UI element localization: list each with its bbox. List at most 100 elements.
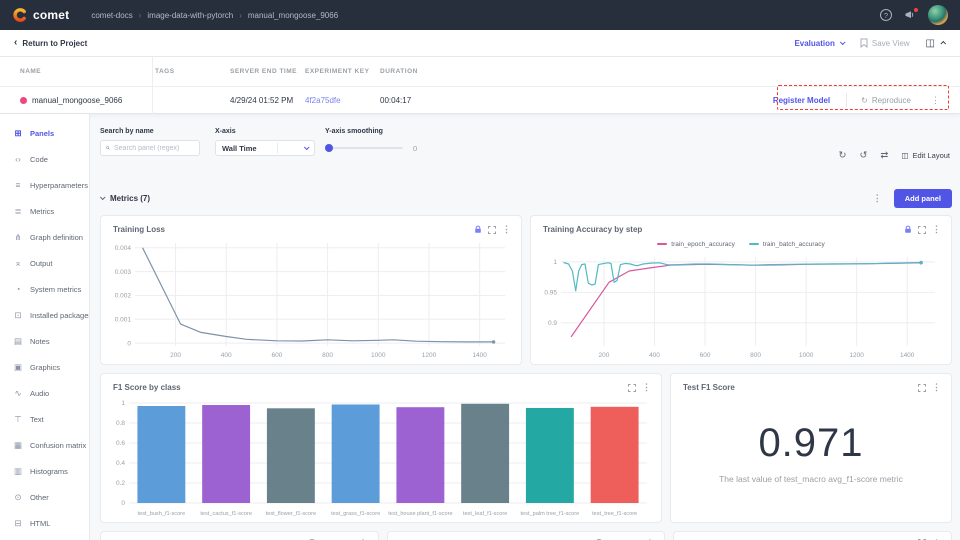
svg-text:0.4: 0.4 [116,460,125,467]
expand-icon[interactable] [918,226,926,234]
svg-text:test_cactus_f1-score: test_cactus_f1-score [200,511,252,517]
panel-kebab-menu[interactable]: ⋮ [932,382,941,393]
histograms-icon: ▥ [13,466,23,477]
svg-text:0.95: 0.95 [544,290,557,297]
search-input[interactable] [114,145,194,152]
chevron-down-icon [840,39,846,45]
breadcrumb-workspace[interactable]: image-data-with-pytorch [147,11,233,20]
add-panel-button[interactable]: Add panel [894,189,952,208]
panel-f1-by-class: F1 Score by class ⋮ 00.20.40.60.81test_b… [100,373,662,523]
main-content: Search by name X-axis Wall Time Y-axis s… [90,114,960,540]
sidebar-item-label: Confusion matrix [30,441,86,450]
svg-text:0.9: 0.9 [548,320,557,327]
search-box[interactable] [100,140,200,156]
sidebar-item-metrics[interactable]: ≣Metrics [0,198,89,224]
save-view-button[interactable]: Save View [860,38,910,48]
breadcrumb-experiment[interactable]: manual_mongoose_9066 [248,11,338,20]
expand-icon[interactable] [488,226,496,234]
panel-kebab-menu[interactable]: ⋮ [502,224,511,235]
reset-history-icon[interactable]: ↺ [859,150,867,161]
notifications-icon[interactable] [904,10,916,20]
panel-kebab-menu[interactable]: ⋮ [642,382,651,393]
xaxis-select[interactable]: Wall Time [215,140,315,156]
expand-icon[interactable] [628,384,636,392]
sidebar-item-graph-definition[interactable]: ⋔Graph definition [0,224,89,250]
svg-text:test_flower_f1-score: test_flower_f1-score [266,511,316,517]
graph-icon: ⋔ [13,232,23,243]
register-model-button[interactable]: Register Model [757,96,846,105]
svg-text:test_house plant_f1-score: test_house plant_f1-score [388,511,452,517]
section-kebab-menu[interactable]: ⋮ [873,193,882,204]
chart-legend: train_epoch_accuracy train_batch_accurac… [531,239,951,249]
panel-kebab-menu[interactable]: ⋮ [932,224,941,235]
collapse-icon[interactable] [940,41,946,47]
search-label: Search by name [100,128,200,135]
expand-icon[interactable] [918,384,926,392]
sidebar-item-output[interactable]: ⌅Output [0,250,89,276]
sidebar-item-other[interactable]: ⊙Other [0,484,89,510]
sidebar-item-panels[interactable]: ⊞Panels [0,120,89,146]
sidebar-item-installed-packages[interactable]: ⊡Installed packages [0,302,89,328]
smoothing-slider[interactable] [325,140,403,156]
smoothing-label: Y-axis smoothing [325,128,417,135]
legend-item-epoch-accuracy[interactable]: train_epoch_accuracy [657,239,735,249]
panel-title: Training Accuracy by step [543,225,642,234]
help-icon[interactable]: ? [880,9,892,21]
table-header-row [0,57,960,87]
f1-score-bar-chart[interactable]: 00.20.40.60.81test_bush_f1-scoretest_cac… [105,395,655,519]
xaxis-label: X-axis [215,128,315,135]
legend-item-batch-accuracy[interactable]: train_batch_accuracy [749,239,825,249]
experiment-key-link[interactable]: 4f2a75dfe [305,96,341,105]
panel-roc-curve: ROC Curve Step 1242 ⋮ [387,531,666,540]
slider-thumb[interactable] [325,144,333,152]
layout-view-icon[interactable]: ◫ [926,38,935,49]
reproduce-icon: ↻ [861,96,868,105]
svg-text:1000: 1000 [371,352,386,359]
sidebar-item-notes[interactable]: ▤Notes [0,328,89,354]
comet-logo[interactable]: comet [12,7,69,23]
sidebar-item-label: Code [30,155,48,164]
logo-text: comet [33,8,69,22]
svg-text:test_leaf_f1-score: test_leaf_f1-score [463,511,507,517]
pr-step-slider[interactable] [236,535,326,540]
user-avatar[interactable] [928,5,948,25]
breadcrumb-project[interactable]: comet-docs [91,11,132,20]
sidebar-item-confusion-matrix[interactable]: ▦Confusion matrix [0,432,89,458]
filter-sliders-icon[interactable]: ⇄ [880,150,888,161]
test-f1-caption: The last value of test_macro avg_f1-scor… [719,474,903,484]
panels-icon: ⊞ [13,128,23,139]
sidebar-item-label: Text [30,415,44,424]
notes-icon: ▤ [13,336,23,347]
training-loss-chart[interactable]: 20040060080010001200140000.0010.0020.003… [105,237,515,361]
sidebar-item-label: Audio [30,389,49,398]
sub-header: ‹ Return to Project Evaluation Save View… [0,30,960,57]
sidebar-item-html[interactable]: ⊟HTML [0,510,89,536]
sidebar-item-graphics[interactable]: ▣Graphics [0,354,89,380]
chevron-down-icon [304,144,310,150]
sidebar-item-text[interactable]: ⊤Text [0,406,89,432]
sidebar-item-code[interactable]: ‹›Code [0,146,89,172]
svg-text:0.6: 0.6 [116,440,125,447]
training-accuracy-chart[interactable]: 2004006008001000120014000.90.951 [535,251,945,361]
lock-icon[interactable] [474,225,482,234]
metrics-section-toggle[interactable]: Metrics (7) [100,194,150,203]
panel-toolbar: Search by name X-axis Wall Time Y-axis s… [100,128,952,172]
sidebar-item-system-metrics[interactable]: ◔System metrics [0,276,89,302]
return-to-project-link[interactable]: ‹ Return to Project [14,38,87,48]
svg-text:200: 200 [170,352,181,359]
panel-test-f1-score: Test F1 Score ⋮ 0.971 The last value of … [670,373,952,523]
view-dropdown[interactable]: Evaluation [794,39,843,48]
sidebar-item-audio[interactable]: ∿Audio [0,380,89,406]
edit-layout-button[interactable]: ◫ Edit Layout [901,151,950,160]
experiment-name[interactable]: manual_mongoose_9066 [32,96,122,105]
reproduce-button[interactable]: ↻ Reproduce [847,96,925,105]
row-kebab-menu[interactable]: ⋮ [925,95,946,106]
roc-step-slider[interactable] [523,535,613,540]
sidebar-item-histograms[interactable]: ▥Histograms [0,458,89,484]
refresh-icon[interactable]: ↻ [838,150,846,161]
svg-text:600: 600 [271,352,282,359]
svg-text:600: 600 [700,352,711,359]
lock-icon[interactable] [904,225,912,234]
svg-text:800: 800 [322,352,333,359]
sidebar-item-hyperparameters[interactable]: ≡Hyperparameters [0,172,89,198]
